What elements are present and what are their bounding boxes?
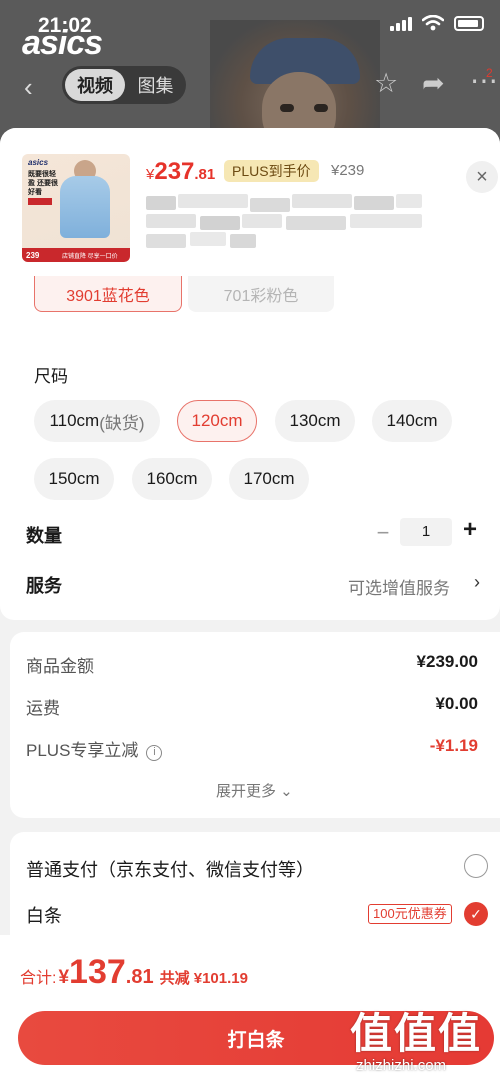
back-icon[interactable]: ‹ xyxy=(24,72,33,103)
sku-selection-sheet: asics 既要很轻盈 还要很好看 239 店铺直降 尽享一口价 ¥ 237 .… xyxy=(0,128,500,1073)
quantity-decrement-button[interactable]: − xyxy=(372,520,394,545)
amount-value: ¥239.00 xyxy=(416,652,478,671)
battery-icon xyxy=(454,15,484,31)
price-integer: 237 xyxy=(154,158,195,185)
size-option-110[interactable]: 110cm (缺货) xyxy=(34,400,160,442)
product-price: ¥ 237 .81 xyxy=(146,158,215,188)
total-integer: 137 xyxy=(69,953,126,991)
size-option-130[interactable]: 130cm xyxy=(275,400,355,442)
color-option-blue[interactable]: 3901蓝花色 xyxy=(34,276,182,312)
size-option-120[interactable]: 120cm xyxy=(177,400,257,442)
favorite-star-icon[interactable]: ☆ xyxy=(374,68,398,99)
thumbnail-promo-text: 店铺直降 尽享一口价 xyxy=(62,254,118,260)
chevron-right-icon[interactable]: › xyxy=(474,572,480,593)
payment-option-normal[interactable]: 普通支付（京东支付、微信支付等） xyxy=(26,856,314,882)
color-option-pink[interactable]: 701彩粉色 xyxy=(188,276,334,312)
thumbnail-jacket xyxy=(60,176,110,238)
signal-icon xyxy=(390,15,412,31)
blurred-product-title xyxy=(146,190,466,250)
amount-row-shipping: 运费 ¥0.00 xyxy=(26,694,478,718)
service-label: 服务 xyxy=(26,576,62,596)
service-selector[interactable]: 可选增值服务 xyxy=(348,574,450,599)
size-stock-note: (缺货) xyxy=(99,413,145,433)
amount-value: -¥1.19 xyxy=(429,736,478,755)
amount-label-wrap: PLUS专享立减 i xyxy=(26,736,163,761)
size-value: 110cm xyxy=(49,411,100,430)
amount-label: 商品金额 xyxy=(26,657,94,676)
size-section-label: 尺码 xyxy=(34,367,68,386)
product-summary: asics 既要很轻盈 还要很好看 239 店铺直降 尽享一口价 ¥ 237 .… xyxy=(0,128,500,276)
total-saved: 共减 ¥101.19 xyxy=(159,970,248,987)
total-currency: ¥ xyxy=(58,967,70,988)
amount-row-plus-discount: PLUS专享立减 i -¥1.19 xyxy=(26,736,478,761)
share-icon[interactable]: ➦ xyxy=(422,68,445,99)
amount-value: ¥0.00 xyxy=(435,694,478,713)
amount-row-goods: 商品金额 ¥239.00 xyxy=(26,652,478,676)
tab-video[interactable]: 视频 xyxy=(65,69,125,101)
media-tabs: 视频 图集 xyxy=(62,66,186,104)
thumbnail-price: 239 xyxy=(26,251,40,260)
status-time: 21:02 xyxy=(38,14,92,37)
original-price: ¥239 xyxy=(331,162,365,179)
radio-checked-icon[interactable]: ✓ xyxy=(464,902,488,926)
total-amount: 合计: ¥ 137 .81 共减 ¥101.19 xyxy=(20,953,248,992)
plus-price-badge: PLUS到手价 xyxy=(224,160,319,182)
tab-gallery[interactable]: 图集 xyxy=(125,72,186,98)
status-bar: 21:02 xyxy=(0,0,500,50)
quantity-label: 数量 xyxy=(26,526,62,546)
size-option-160[interactable]: 160cm xyxy=(132,458,212,500)
coupon-tag: 100元优惠券 xyxy=(368,904,452,924)
amount-label: PLUS专享立减 xyxy=(26,741,139,760)
more-icon[interactable]: ⋯ xyxy=(470,64,498,97)
thumbnail-tag xyxy=(28,198,52,205)
cart-count-badge: 2 xyxy=(486,66,493,80)
close-button[interactable]: × xyxy=(466,161,498,193)
expand-more-link[interactable]: 展开更多 ⌄ xyxy=(216,780,293,801)
size-option-140[interactable]: 140cm xyxy=(372,400,452,442)
wifi-icon xyxy=(422,15,444,31)
status-icons xyxy=(390,15,484,31)
amount-label: 运费 xyxy=(26,699,60,718)
price-currency: ¥ xyxy=(146,166,155,183)
amount-breakdown-card: 商品金额 ¥239.00 运费 ¥0.00 PLUS专享立减 i -¥1.19 展… xyxy=(10,632,500,818)
product-nav: ‹ 视频 图集 ☆ ➦ ⋯ 2 xyxy=(0,64,500,106)
price-decimal: .81 xyxy=(194,166,216,183)
options-card: 3901蓝花色 701彩粉色 尺码 110cm (缺货) 120cm 130cm … xyxy=(0,276,500,620)
quantity-input[interactable]: 1 xyxy=(400,518,452,546)
watermark-logo: 值值值 xyxy=(350,1010,483,1057)
total-decimal: .81 xyxy=(125,966,154,988)
radio-unchecked-icon[interactable] xyxy=(464,854,488,878)
total-label: 合计: xyxy=(20,970,57,987)
thumbnail-brand: asics xyxy=(28,158,49,167)
watermark: 值值值 zhizhizhi.com xyxy=(350,1000,482,1073)
product-thumbnail[interactable]: asics 既要很轻盈 还要很好看 239 店铺直降 尽享一口价 xyxy=(22,154,130,262)
close-icon: × xyxy=(476,165,488,188)
info-icon[interactable]: i xyxy=(146,745,163,761)
payment-method-card: 普通支付（京东支付、微信支付等） 白条 100元优惠券 ✓ xyxy=(10,832,500,942)
size-option-150[interactable]: 150cm xyxy=(34,458,114,500)
thumbnail-headline: 既要很轻盈 还要很好看 xyxy=(28,171,58,196)
payment-option-baitiao[interactable]: 白条 xyxy=(26,902,62,928)
size-option-170[interactable]: 170cm xyxy=(229,458,309,500)
quantity-increment-button[interactable]: + xyxy=(458,516,482,546)
